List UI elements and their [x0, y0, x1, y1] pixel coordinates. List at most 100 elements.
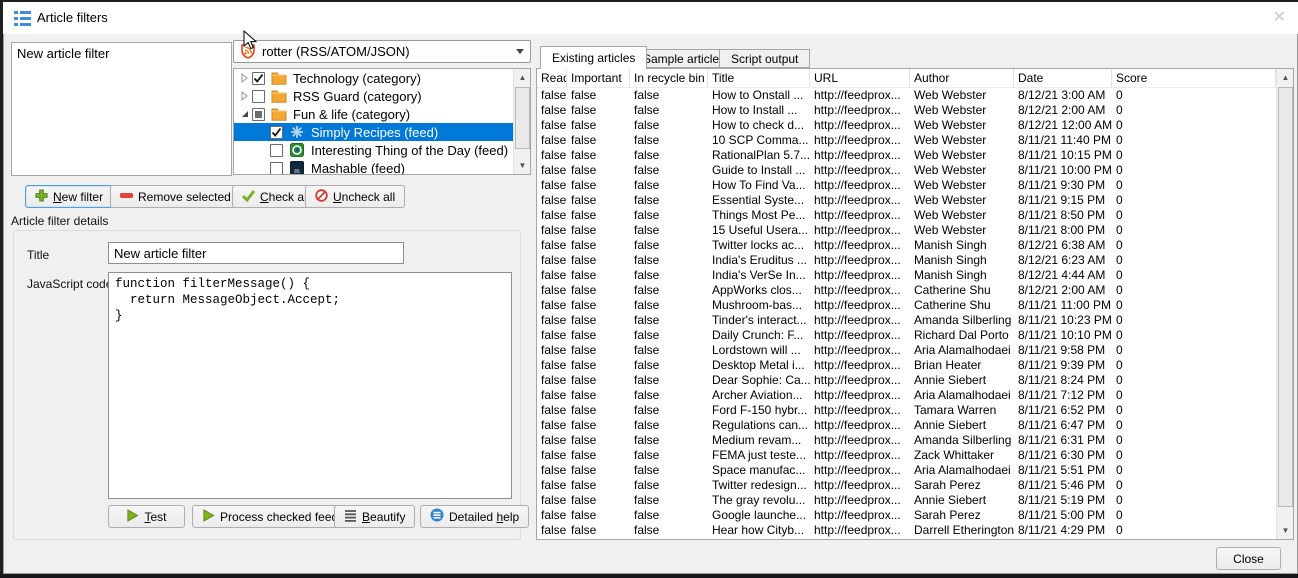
article-row[interactable]: falsefalsefalseMedium revam...http://fee…: [537, 433, 1293, 448]
scroll-down-icon[interactable]: ▼: [514, 157, 531, 174]
scroll-up-icon[interactable]: ▲: [514, 69, 531, 86]
article-cell: false: [567, 103, 630, 118]
close-button[interactable]: Close: [1216, 547, 1281, 570]
table-scrollbar-thumb[interactable]: [1278, 87, 1293, 507]
article-cell: 8/11/21 11:00 PM: [1014, 298, 1112, 313]
article-cell: Ford F-150 hybr...: [708, 403, 810, 418]
article-row[interactable]: falsefalsefalseRationalPlan 5.7...http:/…: [537, 148, 1293, 163]
tree-item-rss-guard-category[interactable]: RSS Guard (category): [234, 87, 530, 105]
article-row[interactable]: falsefalsefalseAppWorks clos...http://fe…: [537, 283, 1293, 298]
filter-list[interactable]: New article filter: [11, 42, 232, 176]
unchecked-checkbox[interactable]: [252, 90, 265, 103]
article-row[interactable]: falsefalsefalseDesktop Metal i...http://…: [537, 358, 1293, 373]
article-cell: Google launche...: [708, 508, 810, 523]
article-cell: 8/12/21 2:00 AM: [1014, 283, 1112, 298]
article-row[interactable]: falsefalsefalseHow to check d...http://f…: [537, 118, 1293, 133]
remove-selected-button[interactable]: Remove selected: [110, 185, 241, 208]
scroll-up-icon[interactable]: ▲: [1277, 69, 1294, 86]
column-header-important[interactable]: Important: [567, 69, 630, 87]
article-row[interactable]: falsefalsefalse10 SCP Comma...http://fee…: [537, 133, 1293, 148]
article-row[interactable]: falsefalsefalseTinder's interact...http:…: [537, 313, 1293, 328]
tree-item-simply-recipes-feed[interactable]: Simply Recipes (feed): [234, 123, 530, 141]
javascript-code-editor[interactable]: function filterMessage() { return Messag…: [108, 272, 512, 499]
account-selector[interactable]: rotter (RSS/ATOM/JSON): [233, 40, 531, 63]
interesting-thing-icon: [289, 143, 305, 157]
article-row[interactable]: falsefalsefalseIndia's VerSe In...http:/…: [537, 268, 1293, 283]
tree-scrollbar[interactable]: ▲ ▼: [513, 69, 530, 174]
process-checked-feeds-button[interactable]: Process checked feeds: [192, 505, 354, 528]
article-cell: Lordstown will ...: [708, 343, 810, 358]
article-row[interactable]: falsefalsefalseFord F-150 hybr...http://…: [537, 403, 1293, 418]
tree-scrollbar-thumb[interactable]: [515, 87, 530, 149]
article-row[interactable]: falsefalsefalseHow to Onstall ...http://…: [537, 88, 1293, 103]
beautify-button[interactable]: Beautify: [334, 505, 415, 528]
article-row[interactable]: falsefalsefalseMushroom-bas...http://fee…: [537, 298, 1293, 313]
article-row[interactable]: falsefalsefalseTwitter locks ac...http:/…: [537, 238, 1293, 253]
column-header-url[interactable]: URL: [810, 69, 910, 87]
table-scrollbar[interactable]: ▲ ▼: [1276, 69, 1293, 539]
test-button[interactable]: Test: [108, 505, 185, 528]
article-row[interactable]: falsefalsefalseGuide to Install ...http:…: [537, 163, 1293, 178]
tab-script-output[interactable]: Script output: [719, 49, 810, 68]
unchecked-checkbox[interactable]: [270, 144, 283, 157]
article-cell: 0: [1112, 478, 1276, 493]
article-cell: 0: [1112, 358, 1276, 373]
expand-arrow-icon[interactable]: [237, 89, 252, 103]
window-close-icon[interactable]: ✕: [1273, 7, 1286, 27]
article-cell: http://feedprox...: [810, 463, 910, 478]
play-icon: [126, 509, 139, 525]
collapse-arrow-icon[interactable]: [237, 107, 252, 121]
article-cell: Archer Aviation...: [708, 388, 810, 403]
new-filter-button[interactable]: New filter: [25, 185, 113, 208]
checked-checkbox[interactable]: [270, 126, 283, 139]
article-row[interactable]: falsefalsefalseRegulations can...http://…: [537, 418, 1293, 433]
article-row[interactable]: falsefalsefalseIndia's Eruditus ...http:…: [537, 253, 1293, 268]
tree-item-interesting-thing-of-the-day-feed[interactable]: Interesting Thing of the Day (feed): [234, 141, 530, 159]
article-cell: false: [537, 388, 567, 403]
partial-checkbox[interactable]: [252, 108, 265, 121]
article-row[interactable]: falsefalsefalse15 Useful Usera...http://…: [537, 223, 1293, 238]
uncheck-all-button[interactable]: Uncheck all: [305, 185, 405, 208]
article-cell: false: [567, 403, 630, 418]
article-row[interactable]: falsefalsefalseHear how Cityb...http://f…: [537, 523, 1293, 538]
article-cell: 0: [1112, 313, 1276, 328]
article-row[interactable]: falsefalsefalseHow To Find Va...http://f…: [537, 178, 1293, 193]
article-row[interactable]: falsefalsefalseDear Sophie: Ca...http://…: [537, 373, 1293, 388]
article-row[interactable]: falsefalsefalseLordstown will ...http://…: [537, 343, 1293, 358]
existing-articles-table: ReadImportantIn recycle binTitleURLAutho…: [536, 68, 1294, 540]
expand-arrow-icon[interactable]: [237, 71, 252, 85]
article-row[interactable]: falsefalsefalseSpace manufac...http://fe…: [537, 463, 1293, 478]
article-cell: Regulations can...: [708, 418, 810, 433]
article-row[interactable]: falsefalsefalseTwitter redesign...http:/…: [537, 478, 1293, 493]
column-header-score[interactable]: Score: [1112, 69, 1276, 87]
article-row[interactable]: falsefalsefalseFEMA just teste...http://…: [537, 448, 1293, 463]
title-input[interactable]: New article filter: [108, 242, 404, 264]
minus-icon: [120, 189, 133, 205]
article-row[interactable]: falsefalsefalseThe gray revolu...http://…: [537, 493, 1293, 508]
tab-existing-articles[interactable]: Existing articles: [540, 46, 647, 69]
filter-list-item[interactable]: New article filter: [12, 43, 231, 64]
article-row[interactable]: falsefalsefalseArcher Aviation...http://…: [537, 388, 1293, 403]
column-header-date[interactable]: Date: [1014, 69, 1112, 87]
article-cell: 0: [1112, 178, 1276, 193]
detailed-help-button[interactable]: Detailed help: [420, 505, 529, 528]
folder-icon: [271, 89, 287, 103]
scroll-down-icon[interactable]: ▼: [1277, 522, 1294, 539]
tree-item-technology-category[interactable]: Technology (category): [234, 69, 530, 87]
column-header-title[interactable]: Title: [708, 69, 810, 87]
unchecked-checkbox[interactable]: [270, 162, 283, 175]
table-header[interactable]: ReadImportantIn recycle binTitleURLAutho…: [537, 69, 1293, 88]
article-row[interactable]: falsefalsefalseEssential Syste...http://…: [537, 193, 1293, 208]
column-header-in-recycle-bin[interactable]: In recycle bin: [630, 69, 708, 87]
article-row[interactable]: falsefalsefalseGoogle launche...http://f…: [537, 508, 1293, 523]
article-row[interactable]: falsefalsefalseHow to Install ...http://…: [537, 103, 1293, 118]
article-row[interactable]: falsefalsefalseDaily Crunch: F...http://…: [537, 328, 1293, 343]
column-header-read[interactable]: Read: [537, 69, 567, 87]
article-cell: http://feedprox...: [810, 133, 910, 148]
column-header-author[interactable]: Author: [910, 69, 1014, 87]
article-row[interactable]: falsefalsefalseThings Most Pe...http://f…: [537, 208, 1293, 223]
tree-item-mashable-feed[interactable]: mMashable (feed): [234, 159, 530, 175]
tree-item-fun-life-category[interactable]: Fun & life (category): [234, 105, 530, 123]
article-cell: false: [567, 448, 630, 463]
checked-checkbox[interactable]: [252, 72, 265, 85]
